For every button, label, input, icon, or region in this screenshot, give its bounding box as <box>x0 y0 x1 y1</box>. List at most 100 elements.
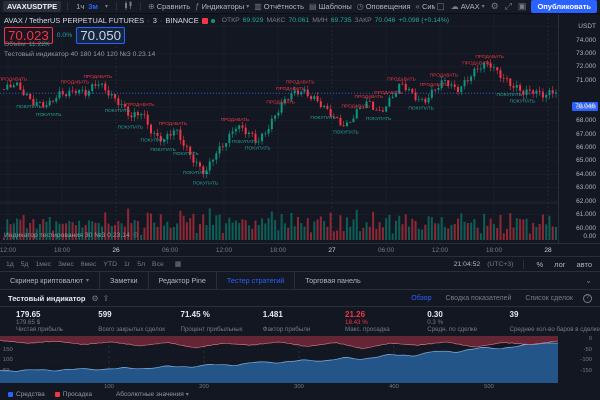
metric-label: Чистая прибыль <box>16 326 94 333</box>
chart-type-icon[interactable] <box>123 1 134 12</box>
svg-text:ПОКУПАТЬ: ПОКУПАТЬ <box>183 170 208 176</box>
market-status-icon <box>211 19 215 23</box>
metric-tile: 0.300.3 %Средн. по сделке <box>427 310 505 336</box>
publish-button[interactable]: Опубликовать <box>531 0 597 13</box>
svg-text:ПРОДАВАТЬ: ПРОДАВАТЬ <box>420 82 449 88</box>
svg-text:ПРОДАВАТЬ: ПРОДАВАТЬ <box>387 77 416 83</box>
market-simulator-button[interactable]: «Симулятор рынка <box>415 2 436 11</box>
svg-text:ПОКУПАТЬ: ПОКУПАТЬ <box>497 92 522 98</box>
indicators-button[interactable]: ƒИндикаторы▾ <box>194 2 250 11</box>
panel-tab-скринер-криптовалют[interactable]: Скринер криптовалют▾ <box>0 272 99 289</box>
metric-label: Процент прибыльных <box>181 326 259 333</box>
metric-tile: 599Всего закрытых сделок <box>98 310 176 336</box>
layout-icon[interactable]: ▢ <box>435 1 446 12</box>
compare-button[interactable]: ⊕Сравнить <box>147 2 191 11</box>
price-tick: 74.000 <box>576 37 596 44</box>
range-button-1д[interactable]: 1д <box>6 261 14 268</box>
interval-button-1ч[interactable]: 1ч <box>74 2 86 11</box>
metric-label: Среднее кол-во баров в сделке <box>510 326 600 333</box>
interval-dropdown-icon[interactable]: ▾ <box>103 3 110 10</box>
equity-x-tick: 300 <box>289 384 309 390</box>
price-tick: 71.000 <box>576 77 596 84</box>
price-tick: 62.000 <box>576 198 596 205</box>
auto-scale-button[interactable]: авто <box>574 260 594 269</box>
clock[interactable]: 21:04:52 <box>454 261 480 268</box>
panel-tab-заметки[interactable]: Заметки <box>99 272 148 289</box>
range-button-3мес[interactable]: 3мес <box>58 261 74 268</box>
strategy-settings-icon[interactable]: ⚙ <box>92 294 99 303</box>
settings-gear-icon[interactable]: ⚙ <box>490 1 500 12</box>
range-button-5л[interactable]: 5л <box>137 261 145 268</box>
metric-subvalue <box>510 319 600 326</box>
equity-x-tick: 100 <box>99 384 119 390</box>
time-tick: 26 <box>103 247 129 254</box>
timezone[interactable]: (UTC+3) <box>487 261 513 268</box>
range-button-6мес[interactable]: 6мес <box>81 261 97 268</box>
metric-label: Всего закрытых сделок <box>98 326 176 333</box>
view-tab-обзор[interactable]: Обзор <box>411 295 431 302</box>
symbol-search-button[interactable]: AVAXUSDTPE <box>3 1 61 12</box>
price-axis[interactable]: USDT 70.046 74.00073.00072.00071.00069.0… <box>558 14 600 243</box>
panel-tab-редактор-pine[interactable]: Редактор Pine <box>148 272 216 289</box>
cloud-icon: ☁ <box>451 2 459 11</box>
alert-clock-icon: ◷ <box>357 2 364 11</box>
equity-chart[interactable] <box>0 336 600 383</box>
range-button-1мес[interactable]: 1мес <box>36 261 52 268</box>
reports-button[interactable]: ▥Отчётность <box>253 2 305 11</box>
range-button-1г[interactable]: 1г <box>124 261 130 268</box>
legend-items: Средства Просадка <box>8 391 92 398</box>
time-tick: 12:00 <box>211 247 237 254</box>
range-button-5д[interactable]: 5д <box>21 261 29 268</box>
svg-text:ПРОДАВАТЬ: ПРОДАВАТЬ <box>0 77 27 83</box>
legend-item-средства[interactable]: Средства <box>8 391 45 398</box>
templates-button[interactable]: ▤Шаблоны <box>308 2 353 11</box>
values-mode-dropdown[interactable]: Абсолютные значения▾ <box>116 391 189 398</box>
time-axis[interactable]: 12:0018:002606:0012:0018:002706:0012:001… <box>0 243 600 256</box>
buy-button[interactable]: 70.050 <box>76 27 125 44</box>
equity-right-tick: -50 <box>584 347 592 353</box>
collapse-panel-icon[interactable]: ⌄ <box>585 276 600 285</box>
strategy-view-tabs: Обзор Сводка показателей Список сделок <box>411 295 573 302</box>
price-tick: 63.000 <box>576 184 596 191</box>
legend-item-просадка[interactable]: Просадка <box>55 391 92 398</box>
overlay-indicator-legend[interactable]: Тестовый индикатор 40 180 140 120 №3 0.2… <box>4 51 155 58</box>
strategy-export-icon[interactable]: ⇪ <box>103 294 110 303</box>
axis-currency-label: USDT <box>578 23 596 30</box>
time-tick: 12:00 <box>0 247 21 254</box>
range-button-YTD[interactable]: YTD <box>103 261 117 268</box>
eye-icon[interactable]: ⊙ <box>133 231 139 239</box>
chart-legend[interactable]: AVAX / TetherUS PERPETUAL FUTURES · 3 · … <box>4 16 449 25</box>
price-tick: 65.000 <box>576 157 596 164</box>
legend-color-box <box>55 392 60 397</box>
pane-indicator-legend[interactable]: Индикатор тестирования 30 №3 0.23.14⊙ <box>4 231 139 239</box>
help-icon[interactable]: ? <box>583 294 592 303</box>
metric-tile: 179.65179.65 $Чистая прибыль <box>16 310 94 336</box>
svg-text:ПРОДАВАТЬ: ПРОДАВАТЬ <box>266 99 295 105</box>
alerts-button[interactable]: ◷Оповещения <box>356 2 412 11</box>
equity-left-tick: 150 <box>3 347 13 353</box>
svg-text:ПРОДАВАТЬ: ПРОДАВАТЬ <box>430 73 459 79</box>
percent-scale-button[interactable]: % <box>534 260 545 269</box>
interval-button-3м[interactable]: 3м <box>86 2 100 11</box>
flag-icon[interactable] <box>202 18 208 24</box>
svg-text:ПОКУПАТЬ: ПОКУПАТЬ <box>105 108 130 114</box>
svg-text:ПРОДАВАТЬ: ПРОДАВАТЬ <box>341 104 370 110</box>
fullscreen-icon[interactable]: ⤢ <box>504 1 513 12</box>
view-tab-список-сделок[interactable]: Список сделок <box>525 295 573 302</box>
panel-tab-тестер-стратегий[interactable]: Тестер стратегий <box>216 272 294 289</box>
range-button-Все[interactable]: Все <box>152 261 164 268</box>
chart-area[interactable]: ПРОДАВАТЬ ПРОДАВАТЬ ПРОДАВАТЬ ПРОДАВАТЬ ПРОД… <box>0 14 600 243</box>
candlestick-chart[interactable]: ПРОДАВАТЬ ПРОДАВАТЬ ПРОДАВАТЬ ПРОДАВАТЬ ПРОД… <box>0 14 558 243</box>
svg-text:ПОКУПАТЬ: ПОКУПАТЬ <box>36 112 61 118</box>
time-tick: 28 <box>535 247 561 254</box>
snapshot-camera-icon[interactable]: ▣ <box>517 1 528 12</box>
metric-subvalue: 18.43 % <box>345 319 423 326</box>
panel-tab-торговая-панель[interactable]: Торговая панель <box>294 272 370 289</box>
metric-tile: 21.2618.43 %Макс. просадка <box>345 310 423 336</box>
time-tick: 18:00 <box>265 247 291 254</box>
view-tab-сводка-показателей[interactable]: Сводка показателей <box>445 295 511 302</box>
log-scale-button[interactable]: лог <box>552 260 567 269</box>
go-to-date-icon[interactable]: ▦ <box>175 260 181 268</box>
saved-layout-button[interactable]: ☁AVAX▾ <box>450 2 486 11</box>
price-tick: 61.000 <box>576 211 596 218</box>
